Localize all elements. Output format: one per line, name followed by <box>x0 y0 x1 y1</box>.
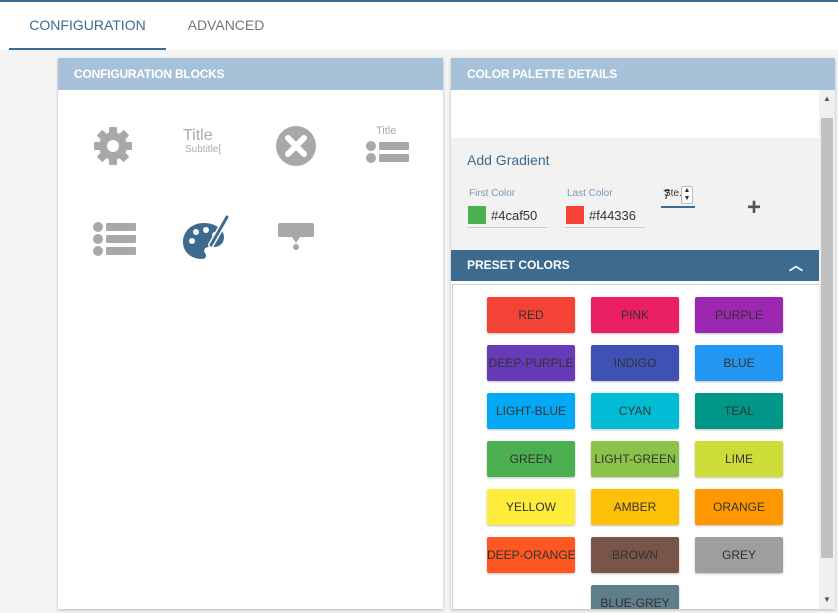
first-color-swatch[interactable] <box>468 206 486 224</box>
preset-color-light-green[interactable]: LIGHT-GREEN <box>591 441 679 477</box>
spin-up-icon[interactable]: ▲ <box>682 187 692 195</box>
chevron-up-icon[interactable]: ︿ <box>789 250 803 281</box>
preset-color-teal[interactable]: TEAL <box>695 393 783 429</box>
preset-color-light-blue[interactable]: LIGHT-BLUE <box>487 393 575 429</box>
preset-color-brown[interactable]: BROWN <box>591 537 679 573</box>
steps-spinner[interactable]: ▲ ▼ <box>681 186 693 204</box>
scroll-up-icon[interactable]: ▲ <box>819 92 835 106</box>
preset-color-orange[interactable]: ORANGE <box>695 489 783 525</box>
scroll-thumb[interactable] <box>821 118 833 558</box>
preset-color-blue[interactable]: BLUE <box>695 345 783 381</box>
preset-color-amber[interactable]: AMBER <box>591 489 679 525</box>
scrollbar[interactable]: ▲ ▼ <box>819 90 835 609</box>
preset-color-indigo[interactable]: INDIGO <box>591 345 679 381</box>
tab-bar: CONFIGURATION ADVANCED <box>0 2 838 50</box>
preset-color-yellow[interactable]: YELLOW <box>487 489 575 525</box>
title-list-icon[interactable]: Title <box>357 120 417 170</box>
scroll-down-icon[interactable]: ▼ <box>819 593 835 607</box>
preset-color-lime[interactable]: LIME <box>695 441 783 477</box>
preset-color-grey[interactable]: GREY <box>695 537 783 573</box>
first-color-field[interactable]: #4caf50 <box>467 203 547 228</box>
configuration-blocks-header: CONFIGURATION BLOCKS <box>58 58 443 90</box>
last-color-label: Last Color <box>567 188 613 199</box>
add-gradient-link[interactable]: Add Gradient <box>467 152 550 168</box>
tab-configuration[interactable]: CONFIGURATION <box>9 2 166 50</box>
preset-colors-grid: RED PINK PURPLE DEEP-PURPLE INDIGO BLUE LIGHT-… <box>452 284 820 609</box>
preset-color-red[interactable]: RED <box>487 297 575 333</box>
preset-colors-title: PRESET COLORS <box>467 258 570 272</box>
gear-icon[interactable] <box>83 120 143 170</box>
preset-color-green[interactable]: GREEN <box>487 441 575 477</box>
close-circle-icon[interactable] <box>267 120 327 170</box>
palette-preview-area <box>451 90 819 138</box>
last-color-value: #f44336 <box>589 208 636 223</box>
tooltip-icon[interactable] <box>267 213 327 263</box>
preset-colors-header[interactable]: PRESET COLORS ︿ <box>451 250 819 281</box>
preset-color-cyan[interactable]: CYAN <box>591 393 679 429</box>
spin-down-icon[interactable]: ▼ <box>682 195 692 203</box>
first-color-value: #4caf50 <box>491 208 538 223</box>
preset-color-deep-purple[interactable]: DEEP-PURPLE <box>487 345 575 381</box>
title-block-subtitle: Subtitle[ <box>185 144 222 155</box>
plus-icon[interactable]: + <box>747 196 761 220</box>
color-palette-details-header: COLOR PALETTE DETAILS <box>451 58 835 90</box>
preset-color-blue-grey[interactable]: BLUE-GREY <box>591 585 679 609</box>
last-color-swatch[interactable] <box>566 206 584 224</box>
configuration-blocks-panel: CONFIGURATION BLOCKS Title Subtitle[ Tit… <box>58 58 443 609</box>
preset-color-purple[interactable]: PURPLE <box>695 297 783 333</box>
steps-input[interactable]: 7 ▲ ▼ <box>661 182 695 208</box>
steps-value: 7 <box>663 187 671 202</box>
tab-advanced[interactable]: ADVANCED <box>166 2 286 48</box>
first-color-label: First Color <box>469 188 516 199</box>
color-palette-details-panel: COLOR PALETTE DETAILS Add Gradient First… <box>451 58 835 609</box>
title-subtitle-icon[interactable]: Title Subtitle[ <box>173 120 233 170</box>
list-icon[interactable] <box>83 213 143 263</box>
preset-color-pink[interactable]: PINK <box>591 297 679 333</box>
title-block-title: Title <box>183 127 213 144</box>
last-color-field[interactable]: #f44336 <box>565 203 645 228</box>
palette-icon[interactable] <box>175 213 235 263</box>
preset-color-deep-orange[interactable]: DEEP-ORANGE <box>487 537 575 573</box>
